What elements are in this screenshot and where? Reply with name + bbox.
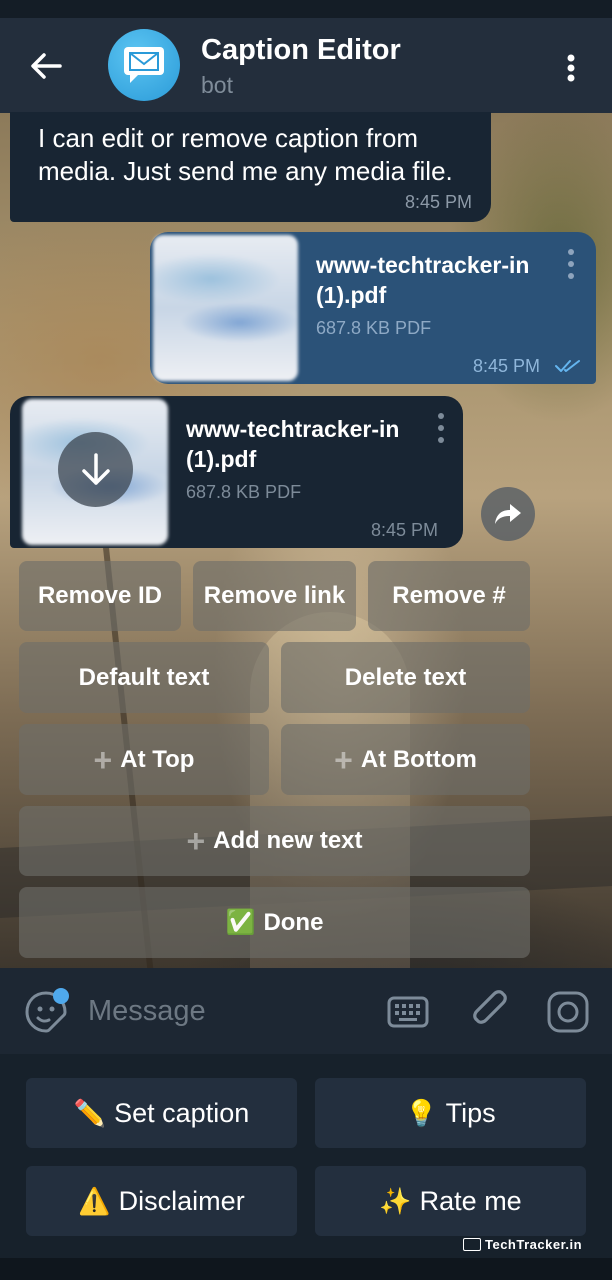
add-new-text-button[interactable]: + Add new text [19,806,530,876]
file-menu-button[interactable] [564,249,578,279]
tracker-logo-icon [463,1238,481,1251]
message-time: 8:45 PM [404,192,472,212]
remove-link-button[interactable]: Remove link [193,561,356,631]
bot-keyboard-button[interactable] [386,992,430,1032]
delete-text-button[interactable]: Delete text [281,642,530,713]
at-top-button[interactable]: + At Top [19,724,269,795]
bot-avatar[interactable] [108,29,180,101]
message-time: 8:45 PM [371,520,439,540]
paperclip-icon [473,990,507,1024]
file-name: www-techtracker-in (1).pdf [316,252,530,308]
file-size: 687.8 KB PDF [186,482,302,502]
warning-icon: ⚠️ [78,1186,111,1216]
more-vertical-icon [567,54,575,82]
check-mark-icon: ✅ [225,909,256,936]
light-bulb-icon: 💡 [405,1098,438,1128]
camera-round-icon [547,991,589,1033]
done-button[interactable]: ✅ Done [19,887,530,958]
system-nav-bar [0,1258,612,1280]
back-button[interactable] [26,48,66,84]
plus-icon: + [334,741,353,778]
chat-subtitle: bot [201,72,233,98]
forward-button[interactable] [481,487,535,541]
message-input-bar [0,968,612,1054]
chat-header: Caption Editor bot [0,18,612,113]
plus-icon: + [186,823,206,859]
default-text-button[interactable]: Default text [19,642,269,713]
watermark: TechTracker.in [463,1237,582,1252]
sparkles-icon: ✨ [379,1186,412,1216]
pencil-icon: ✏️ [73,1098,107,1128]
at-bottom-button[interactable]: + At Bottom [281,724,530,795]
arrow-down-icon [81,452,110,485]
reply-keyboard: ✏️ Set caption 💡 Tips ⚠️ Disclaimer ✨ Ra… [0,1054,612,1258]
more-menu-button[interactable] [556,48,586,88]
arrow-left-icon [31,53,62,79]
tips-button[interactable]: 💡 Tips [315,1078,586,1148]
keyboard-icon [387,996,429,1028]
notification-dot [53,988,69,1004]
status-bar [0,0,612,18]
message-text: I can edit or remove caption from media.… [38,123,453,186]
message-welcome[interactable]: I can edit or remove caption from media.… [10,112,491,222]
message-envelope-icon [124,47,164,83]
chat-title[interactable]: Caption Editor [201,34,401,67]
plus-icon: + [93,741,113,778]
rate-me-button[interactable]: ✨ Rate me [315,1166,586,1236]
camera-button[interactable] [546,990,590,1034]
message-time: 8:45 PM [473,356,541,376]
set-caption-button[interactable]: ✏️ Set caption [26,1078,297,1148]
download-button[interactable] [58,432,133,507]
message-input[interactable] [88,988,368,1034]
file-thumbnail[interactable] [153,235,298,381]
remove-hashtag-button[interactable]: Remove # [368,561,530,631]
message-sent-file[interactable]: www-techtracker-in (1).pdf 687.8 KB PDF … [150,232,596,384]
double-check-icon [555,360,580,372]
file-size: 687.8 KB PDF [316,318,432,338]
remove-id-button[interactable]: Remove ID [19,561,181,631]
disclaimer-button[interactable]: ⚠️ Disclaimer [26,1166,297,1236]
attach-button[interactable] [470,988,510,1034]
file-name: www-techtracker-in (1).pdf [186,416,400,472]
share-arrow-icon [495,504,521,524]
file-menu-button[interactable] [434,413,448,443]
